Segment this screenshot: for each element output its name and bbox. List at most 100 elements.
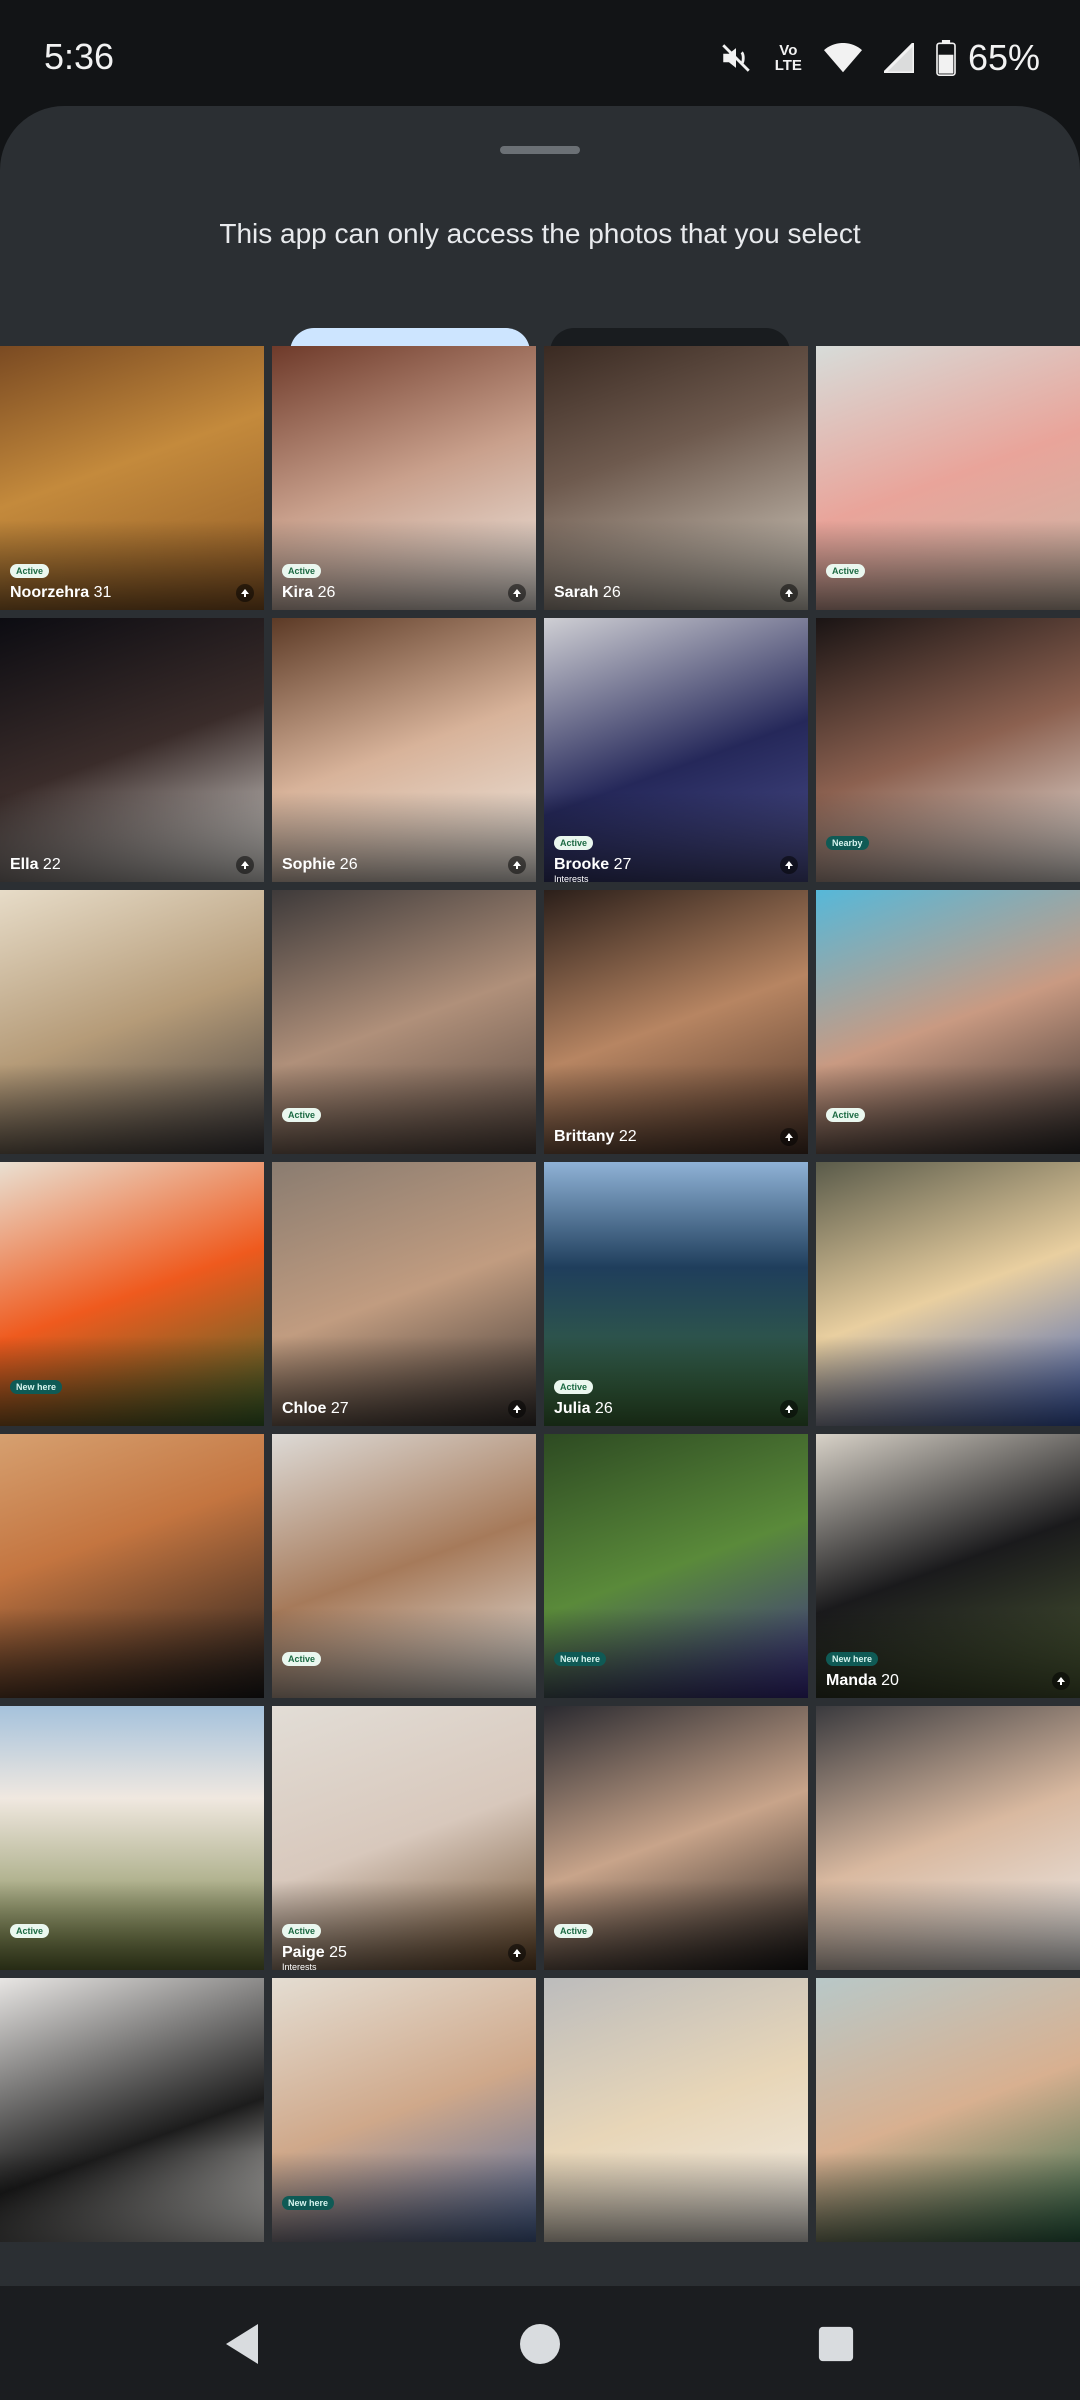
photo-tile[interactable]: Active xyxy=(816,890,1080,1154)
profile-age: 26 xyxy=(317,584,336,601)
photo-shade xyxy=(0,1608,264,1698)
profile-name-age: Paige 25 xyxy=(282,1944,347,1962)
profile-name-age: Brittany 22 xyxy=(554,1128,637,1146)
photo-tile[interactable]: Active xyxy=(816,346,1080,610)
recents-button[interactable] xyxy=(808,2316,864,2372)
profile-age: 20 xyxy=(881,1672,899,1689)
status-badge: Active xyxy=(554,1924,594,1938)
back-button[interactable] xyxy=(214,2316,270,2372)
arrow-up-icon xyxy=(508,584,526,602)
photo-shade xyxy=(816,2152,1080,2242)
profile-name: Ella xyxy=(10,856,39,873)
photo-tile[interactable] xyxy=(0,1434,264,1698)
status-badge: Active xyxy=(554,836,594,850)
photo-tile[interactable]: Active xyxy=(272,890,536,1154)
photo-tile[interactable]: Active xyxy=(544,1706,808,1970)
photo-grid: Active Noorzehra 31 Active Kira 26 Sarah 26 A… xyxy=(0,346,1080,2242)
access-notice: This app can only access the photos that… xyxy=(219,218,861,249)
photo-tile[interactable] xyxy=(0,1978,264,2242)
profile-name: Julia xyxy=(554,1400,591,1417)
arrow-up-icon xyxy=(236,584,254,602)
photo-tile[interactable]: Active xyxy=(272,1434,536,1698)
photo-tile[interactable]: Active Julia 26 xyxy=(544,1162,808,1426)
profile-name-age: Ella 22 xyxy=(10,856,61,874)
wifi-icon xyxy=(823,43,862,73)
profile-name-age: Chloe 27 xyxy=(282,1400,349,1418)
profile-age: 25 xyxy=(329,1944,347,1961)
arrow-up-icon xyxy=(780,1128,798,1146)
profile-name: Kira xyxy=(282,584,314,601)
photo-tile[interactable]: Active xyxy=(0,1706,264,1970)
recents-icon xyxy=(818,2326,854,2362)
photo-tile[interactable] xyxy=(816,1706,1080,1970)
status-badge: Active xyxy=(282,1652,322,1666)
status-badge: Active xyxy=(282,564,322,578)
home-button[interactable] xyxy=(512,2316,568,2372)
profile-age: 22 xyxy=(42,856,61,873)
photo-tile[interactable]: Nearby xyxy=(816,618,1080,882)
photo-tile[interactable]: Ella 22 xyxy=(0,618,264,882)
profile-name: Manda xyxy=(826,1672,877,1689)
photo-shade xyxy=(0,1064,264,1154)
profile-name: Noorzehra xyxy=(10,584,90,601)
arrow-up-icon xyxy=(508,856,526,874)
profile-name: Brittany xyxy=(554,1128,615,1145)
profile-age: 31 xyxy=(93,584,112,601)
profile-name-age: Manda 20 xyxy=(826,1672,899,1690)
profile-name-age: Brooke 27 xyxy=(554,856,631,874)
back-icon xyxy=(226,2324,258,2364)
profile-name: Chloe xyxy=(282,1400,327,1417)
photo-tile[interactable]: Active Noorzehra 31 xyxy=(0,346,264,610)
photo-shade xyxy=(816,1336,1080,1426)
photo-tile[interactable]: New here xyxy=(0,1162,264,1426)
navigation-bar xyxy=(0,2286,1080,2400)
arrow-up-icon xyxy=(780,1400,798,1418)
photo-tile[interactable]: Brittany 22 xyxy=(544,890,808,1154)
profile-name: Paige xyxy=(282,1944,325,1961)
photo-tile[interactable] xyxy=(816,1162,1080,1426)
photo-tile[interactable]: Chloe 27 xyxy=(272,1162,536,1426)
arrow-up-icon xyxy=(508,1400,526,1418)
profile-age: 22 xyxy=(618,1128,637,1145)
photo-tile[interactable] xyxy=(816,1978,1080,2242)
profile-age: 26 xyxy=(602,584,621,601)
photo-tile[interactable]: Sarah 26 xyxy=(544,346,808,610)
arrow-up-icon xyxy=(780,856,798,874)
photo-tile[interactable]: New here Manda 20 xyxy=(816,1434,1080,1698)
signal-icon xyxy=(883,43,914,73)
status-badge: New here xyxy=(554,1652,607,1666)
arrow-up-icon xyxy=(1052,1672,1070,1690)
photo-shade xyxy=(544,2152,808,2242)
photo-tile[interactable]: Sophie 26 xyxy=(272,618,536,882)
status-badge: Active xyxy=(826,564,866,578)
volte-icon: Vo LTE xyxy=(774,42,802,74)
status-badge: Active xyxy=(10,1924,50,1938)
photo-tile[interactable]: New here xyxy=(544,1434,808,1698)
arrow-up-icon xyxy=(236,856,254,874)
home-icon xyxy=(520,2324,560,2364)
photo-tile[interactable]: Active Paige 25 Interests xyxy=(272,1706,536,1970)
battery-percent: 65% xyxy=(967,37,1040,78)
battery-icon xyxy=(936,40,956,76)
photo-tile[interactable] xyxy=(0,890,264,1154)
status-badge: New here xyxy=(282,2196,335,2210)
profile-age: 26 xyxy=(594,1400,613,1417)
status-badge: New here xyxy=(826,1652,879,1666)
photo-shade xyxy=(816,1880,1080,1970)
profile-name-age: Noorzehra 31 xyxy=(10,584,111,602)
photo-tile[interactable]: Active Kira 26 xyxy=(272,346,536,610)
drag-handle[interactable] xyxy=(500,146,580,154)
photo-shade xyxy=(0,2152,264,2242)
status-badge: Active xyxy=(282,1108,322,1122)
status-badge: Active xyxy=(10,564,50,578)
status-time: 5:36 xyxy=(44,36,115,77)
photo-tile[interactable]: New here xyxy=(272,1978,536,2242)
profile-name: Sophie xyxy=(282,856,336,873)
photo-tile[interactable]: Active Brooke 27 Interests xyxy=(544,618,808,882)
status-icons: Vo LTE 65% xyxy=(719,36,1040,80)
status-badge: Active xyxy=(282,1924,322,1938)
status-badge: New here xyxy=(10,1380,63,1394)
photo-tile[interactable] xyxy=(544,1978,808,2242)
profile-name: Sarah xyxy=(554,584,599,601)
status-badge: Active xyxy=(554,1380,594,1394)
